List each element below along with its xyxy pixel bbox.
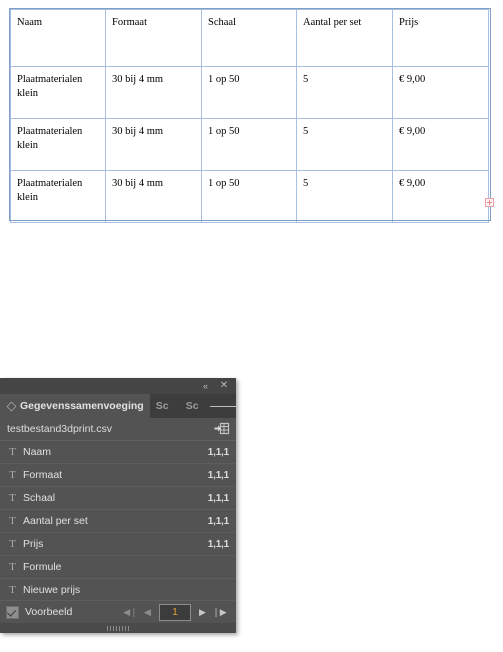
tab-secondary-1[interactable]: Sc bbox=[149, 394, 180, 418]
list-item[interactable]: T Schaal 1,1,1 bbox=[0, 487, 236, 510]
overset-text-indicator-icon[interactable] bbox=[485, 198, 494, 207]
field-placement-badge: 1,1,1 bbox=[207, 492, 229, 504]
menu-bar-2 bbox=[218, 405, 228, 407]
merge-field-list: T Naam 1,1,1 T Formaat 1,1,1 T Schaal 1,… bbox=[0, 441, 236, 602]
data-source-filename: testbestand3dprint.csv bbox=[7, 423, 113, 435]
table-cell: 1 op 50 bbox=[201, 170, 297, 223]
field-name: Prijs bbox=[23, 538, 44, 550]
panel-menu-icon[interactable] bbox=[210, 394, 237, 418]
table-cell: Plaatmaterialen klein bbox=[10, 66, 106, 119]
table-cell: 5 bbox=[296, 170, 393, 223]
text-field-type-icon: T bbox=[9, 538, 16, 550]
table-header-cell: Naam bbox=[10, 9, 106, 67]
panel-titlebar: « ✕ bbox=[0, 378, 236, 394]
collapse-panel-icon[interactable]: « bbox=[196, 378, 214, 394]
panel-tab-strip: Gegevenssamenvoeging Sc Sc bbox=[0, 394, 237, 418]
table-header-row: Naam Formaat Schaal Aantal per set Prijs bbox=[10, 9, 489, 67]
tab-label: Gegevenssamenvoeging bbox=[20, 400, 144, 412]
table-row: Plaatmaterialen klein 30 bij 4 mm 1 op 5… bbox=[10, 66, 489, 119]
table-cell: 1 op 50 bbox=[201, 66, 297, 119]
merge-glyph bbox=[214, 422, 230, 435]
create-merged-document-icon[interactable] bbox=[214, 422, 230, 436]
table-row: Plaatmaterialen klein 30 bij 4 mm 1 op 5… bbox=[10, 118, 489, 171]
previous-record-button[interactable]: ◀ bbox=[139, 603, 156, 621]
tab-label: Sc bbox=[185, 400, 199, 412]
close-icon[interactable]: ✕ bbox=[215, 378, 233, 394]
text-field-type-icon: T bbox=[9, 469, 16, 481]
text-field-type-icon: T bbox=[9, 446, 16, 458]
table-cell: 1 op 50 bbox=[201, 118, 297, 171]
panel-state-diamond-icon bbox=[6, 401, 17, 411]
list-item[interactable]: T Formaat 1,1,1 bbox=[0, 464, 236, 487]
field-placement-badge: 1,1,1 bbox=[207, 469, 229, 481]
table-header-cell: Formaat bbox=[105, 9, 202, 67]
record-navigation: ◀❘ ◀ 1 ▶ ❘▶ bbox=[122, 603, 228, 621]
field-name: Nieuwe prijs bbox=[23, 584, 81, 596]
text-field-type-icon: T bbox=[9, 584, 16, 596]
table-cell: € 9,00 bbox=[392, 118, 489, 171]
text-field-type-icon: T bbox=[9, 515, 16, 527]
table-header-cell: Aantal per set bbox=[296, 9, 393, 67]
last-record-button[interactable]: ❘▶ bbox=[211, 603, 228, 621]
list-item[interactable]: T Nieuwe prijs bbox=[0, 579, 236, 602]
panel-footer: Voorbeeld ◀❘ ◀ 1 ▶ ❘▶ bbox=[0, 600, 236, 623]
table-cell: 5 bbox=[296, 66, 393, 119]
table-cell: 30 bij 4 mm bbox=[105, 118, 202, 171]
menu-bar-3 bbox=[227, 405, 237, 407]
preview-label: Voorbeeld bbox=[25, 606, 73, 618]
table-cell: 30 bij 4 mm bbox=[105, 66, 202, 119]
field-name: Formule bbox=[23, 561, 62, 573]
table-cell: € 9,00 bbox=[392, 66, 489, 119]
table-cell: Plaatmaterialen klein bbox=[10, 170, 106, 223]
field-placement-badge: 1,1,1 bbox=[207, 446, 229, 458]
field-placement-badge: 1,1,1 bbox=[207, 538, 229, 550]
text-field-type-icon: T bbox=[9, 561, 16, 573]
table-cell: 30 bij 4 mm bbox=[105, 170, 202, 223]
list-item[interactable]: T Naam 1,1,1 bbox=[0, 441, 236, 464]
merged-data-table: Naam Formaat Schaal Aantal per set Prijs… bbox=[10, 9, 489, 223]
data-merge-panel: « ✕ Gegevenssamenvoeging Sc Sc testbesta… bbox=[0, 378, 237, 633]
list-item[interactable]: T Aantal per set 1,1,1 bbox=[0, 510, 236, 533]
list-item[interactable]: T Formule bbox=[0, 556, 236, 579]
list-item[interactable]: T Prijs 1,1,1 bbox=[0, 533, 236, 556]
grip-lines-icon bbox=[107, 625, 129, 631]
next-record-button[interactable]: ▶ bbox=[194, 603, 211, 621]
table-cell: 5 bbox=[296, 118, 393, 171]
field-name: Schaal bbox=[23, 492, 56, 504]
panel-resize-grip[interactable] bbox=[0, 623, 236, 633]
field-name: Formaat bbox=[23, 469, 63, 481]
data-source-row[interactable]: testbestand3dprint.csv bbox=[0, 418, 236, 441]
menu-bar-1 bbox=[210, 405, 219, 407]
table-row: Plaatmaterialen klein 30 bij 4 mm 1 op 5… bbox=[10, 170, 489, 223]
first-record-button[interactable]: ◀❘ bbox=[122, 603, 139, 621]
text-field-type-icon: T bbox=[9, 492, 16, 504]
table-cell: € 9,00 bbox=[392, 170, 489, 223]
record-number-input[interactable]: 1 bbox=[159, 603, 191, 621]
table-header-cell: Schaal bbox=[201, 9, 297, 67]
tab-label: Sc bbox=[155, 400, 169, 412]
tab-secondary-2[interactable]: Sc bbox=[179, 394, 210, 418]
preview-checkbox[interactable] bbox=[6, 605, 19, 619]
field-name: Aantal per set bbox=[23, 515, 88, 527]
field-placement-badge: 1,1,1 bbox=[207, 515, 229, 527]
table-cell: Plaatmaterialen klein bbox=[10, 118, 106, 171]
field-name: Naam bbox=[23, 446, 52, 458]
table-header-cell: Prijs bbox=[392, 9, 489, 67]
tab-gegevenssamenvoeging[interactable]: Gegevenssamenvoeging bbox=[0, 394, 150, 418]
